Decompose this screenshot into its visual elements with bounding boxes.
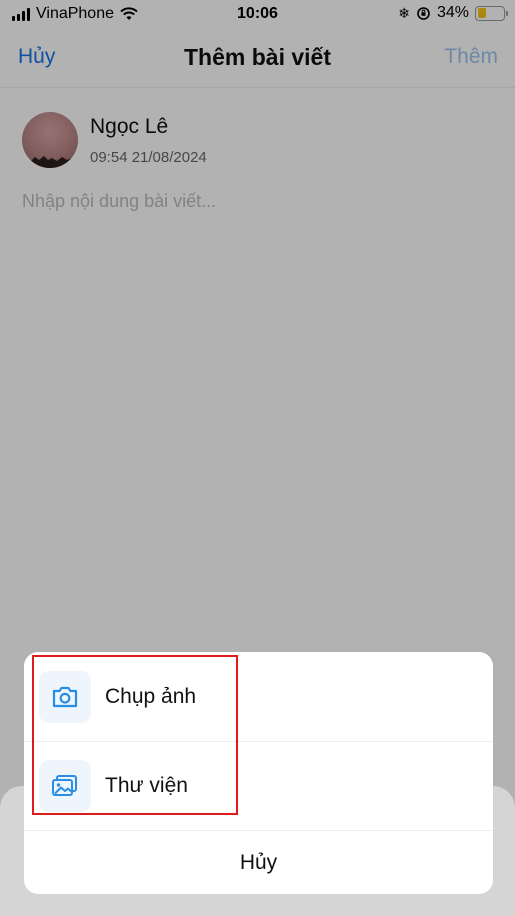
action-sheet: Chụp ảnh Thư viện Hủy (24, 652, 493, 894)
gallery-icon (39, 760, 91, 812)
camera-icon (39, 670, 91, 723)
gallery-option[interactable]: Thư viện (24, 741, 493, 830)
gallery-label: Thư viện (105, 774, 188, 797)
sheet-cancel-button[interactable]: Hủy (24, 830, 493, 894)
take-photo-label: Chụp ảnh (105, 684, 197, 708)
take-photo-option[interactable]: Chụp ảnh (24, 652, 493, 741)
